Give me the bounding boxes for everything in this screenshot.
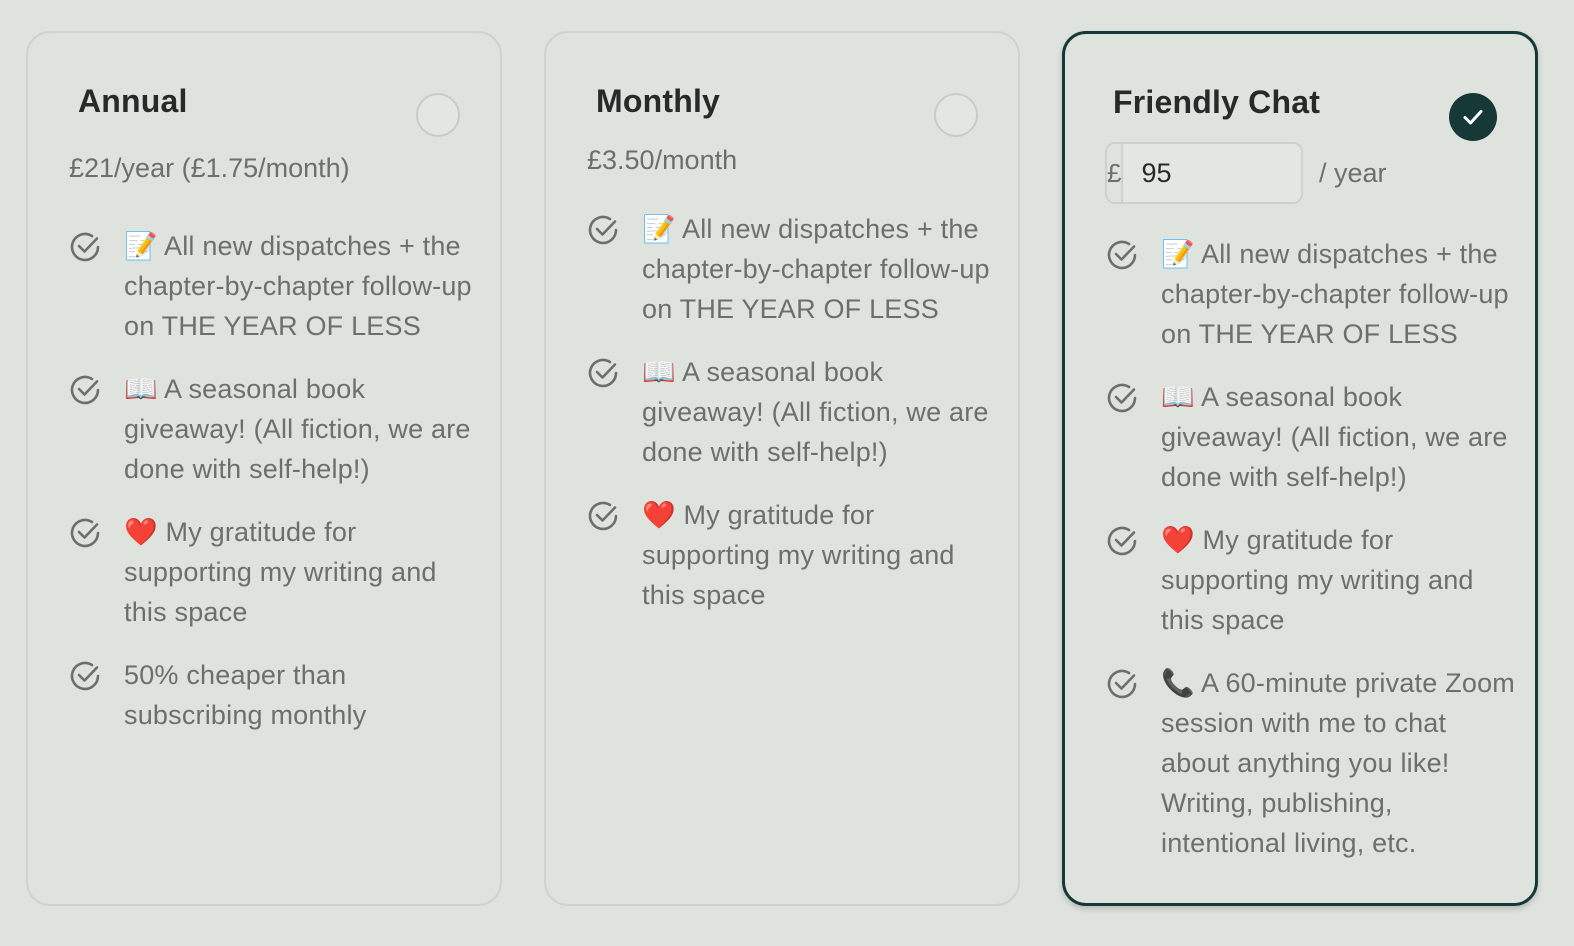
feature-text: 📞 A 60-minute private Zoom session with … [1161, 668, 1515, 858]
feature-text: ❤️ My gratitude for supporting my writin… [124, 517, 437, 627]
feature-list: 📝 All new dispatches + the chapter-by-ch… [68, 226, 480, 758]
feature-text: 📖 A seasonal book giveaway! (All fiction… [642, 357, 989, 467]
feature-item: 📞 A 60-minute private Zoom session with … [1105, 663, 1515, 863]
feature-item: 📝 All new dispatches + the chapter-by-ch… [586, 209, 998, 329]
feature-item: ❤️ My gratitude for supporting my writin… [586, 495, 998, 615]
feature-text: 📝 All new dispatches + the chapter-by-ch… [1161, 239, 1509, 349]
circle-check-icon [1107, 669, 1137, 699]
circle-check-icon [588, 358, 618, 388]
plan-card-annual[interactable]: Annual £21/year (£1.75/month) 📝 All new … [26, 31, 502, 906]
plan-title: Annual [78, 83, 188, 119]
plan-card-monthly[interactable]: Monthly £3.50/month 📝 All new dispatches… [544, 31, 1020, 906]
circle-check-icon [70, 518, 100, 548]
plan-title: Monthly [596, 83, 721, 119]
currency-symbol: £ [1107, 144, 1124, 202]
circle-check-icon [1107, 526, 1137, 556]
feature-text: 📖 A seasonal book giveaway! (All fiction… [1161, 382, 1508, 492]
plan-title: Friendly Chat [1113, 84, 1321, 120]
plan-price: £21/year (£1.75/month) [69, 153, 350, 183]
plan-price: £3.50/month [587, 145, 738, 175]
feature-item: ❤️ My gratitude for supporting my writin… [1105, 520, 1515, 640]
radio-circle-icon[interactable] [934, 93, 978, 137]
circle-check-icon [1107, 240, 1137, 270]
circle-check-icon [1107, 383, 1137, 413]
plan-selector: Annual £21/year (£1.75/month) 📝 All new … [0, 0, 1574, 946]
circle-check-icon [70, 375, 100, 405]
feature-list: 📝 All new dispatches + the chapter-by-ch… [586, 209, 998, 638]
feature-text: 📖 A seasonal book giveaway! (All fiction… [124, 374, 471, 484]
feature-item: 📖 A seasonal book giveaway! (All fiction… [68, 369, 480, 489]
amount-field: £ [1105, 142, 1303, 204]
feature-item: 📖 A seasonal book giveaway! (All fiction… [586, 352, 998, 472]
plan-card-friendly-chat[interactable]: Friendly Chat £ / year 📝 All new dispatc… [1062, 31, 1538, 906]
feature-item: 📝 All new dispatches + the chapter-by-ch… [68, 226, 480, 346]
circle-check-icon [70, 661, 100, 691]
feature-item: 50% cheaper than subscribing monthly [68, 655, 480, 735]
checkmark-icon[interactable] [1449, 93, 1497, 141]
feature-item: ❤️ My gratitude for supporting my writin… [68, 512, 480, 632]
circle-check-icon [588, 501, 618, 531]
feature-text: 50% cheaper than subscribing monthly [124, 660, 367, 730]
circle-check-icon [588, 215, 618, 245]
feature-text: 📝 All new dispatches + the chapter-by-ch… [124, 231, 472, 341]
checkmark-glyph-icon [1463, 110, 1483, 125]
radio-circle-icon[interactable] [416, 93, 460, 137]
feature-item: 📖 A seasonal book giveaway! (All fiction… [1105, 377, 1515, 497]
feature-text: ❤️ My gratitude for supporting my writin… [642, 500, 955, 610]
feature-list: 📝 All new dispatches + the chapter-by-ch… [1105, 234, 1515, 886]
feature-text: ❤️ My gratitude for supporting my writin… [1161, 525, 1474, 635]
feature-item: 📝 All new dispatches + the chapter-by-ch… [1105, 234, 1515, 354]
circle-check-icon [70, 232, 100, 262]
feature-text: 📝 All new dispatches + the chapter-by-ch… [642, 214, 990, 324]
amount-row: £ / year [1105, 142, 1387, 204]
amount-input[interactable] [1123, 144, 1301, 202]
amount-interval: / year [1319, 157, 1387, 188]
